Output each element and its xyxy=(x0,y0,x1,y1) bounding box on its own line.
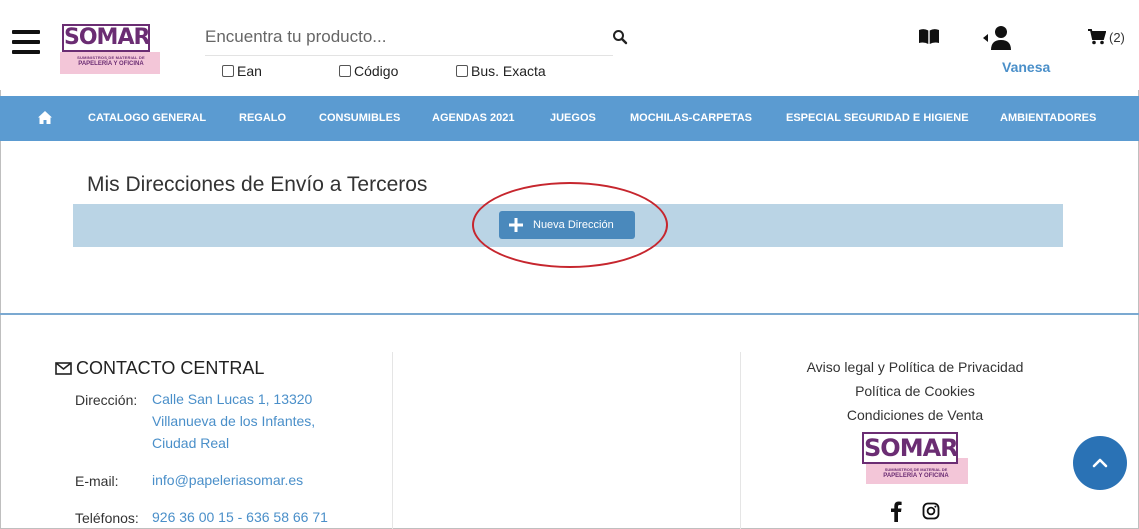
facebook-icon[interactable] xyxy=(890,500,902,522)
address-label: Dirección: xyxy=(75,392,138,408)
plus-icon xyxy=(509,218,523,232)
main-nav: CATALOGO GENERAL REGALO CONSUMIBLES AGEN… xyxy=(0,96,1139,141)
new-address-button[interactable]: Nueva Dirección xyxy=(499,211,635,239)
nav-item-mochilas-carpetas[interactable]: MOCHILAS-CARPETAS xyxy=(630,96,752,141)
user-menu[interactable] xyxy=(980,24,1020,52)
envelope-icon xyxy=(55,362,72,375)
search-icon[interactable] xyxy=(612,29,628,45)
contact-title: CONTACTO CENTRAL xyxy=(55,358,264,379)
checkbox-ean-label: Ean xyxy=(237,63,262,79)
nav-item-ambientadores[interactable]: AMBIENTADORES xyxy=(1000,96,1096,141)
footer-logo: SOMAR SUMINISTROS DE MATERIAL DE PAPELER… xyxy=(860,430,970,488)
user-name[interactable]: Vanesa xyxy=(1002,59,1050,75)
link-terms[interactable]: Condiciones de Venta xyxy=(765,407,1065,423)
nav-item-especial-seguridad[interactable]: ESPECIAL SEGURIDAD E HIGIENE xyxy=(786,96,969,141)
link-privacy[interactable]: Aviso legal y Política de Privacidad xyxy=(765,359,1065,375)
checkbox-codigo[interactable]: Código xyxy=(339,63,398,79)
nav-item-juegos[interactable]: JUEGOS xyxy=(550,96,596,141)
menu-icon[interactable] xyxy=(12,30,40,58)
footer-logo-word: SOMAR xyxy=(862,432,959,464)
chevron-up-icon xyxy=(1092,458,1108,468)
scroll-top-button[interactable] xyxy=(1073,436,1127,490)
phones-link[interactable]: 926 36 00 15 - 636 58 66 71 xyxy=(152,507,328,527)
instagram-icon[interactable] xyxy=(922,502,940,520)
footer-logo-sub1: SUMINISTROS DE MATERIAL DE xyxy=(884,467,948,472)
checkbox-codigo-label: Código xyxy=(354,63,399,79)
site-header: SOMAR SUMINISTROS DE MATERIAL DE PAPELER… xyxy=(0,0,1139,90)
search-bar xyxy=(205,20,628,56)
home-icon[interactable] xyxy=(37,110,53,125)
logo-subtitle-1: SUMINISTROS DE MATERIAL DE xyxy=(77,55,145,60)
footer-column-divider-2 xyxy=(740,352,741,529)
checkbox-bus-exacta[interactable]: Bus. Exacta xyxy=(456,63,546,79)
user-icon[interactable] xyxy=(980,24,1020,52)
checkbox-bus-exacta-box[interactable] xyxy=(456,65,468,77)
nav-item-catalogo-general[interactable]: CATALOGO GENERAL xyxy=(88,96,206,141)
book-icon[interactable] xyxy=(918,28,940,44)
footer-column-divider-1 xyxy=(392,352,393,529)
page-title: Mis Direcciones de Envío a Terceros xyxy=(87,173,428,196)
cart-button[interactable]: (2) xyxy=(1088,29,1125,45)
phones-label: Teléfonos: xyxy=(75,510,139,526)
logo-word: SOMAR xyxy=(62,24,150,52)
address-line-3[interactable]: Ciudad Real xyxy=(152,433,229,453)
search-input[interactable] xyxy=(205,20,585,54)
footer-logo-sub2: PAPELERÍA Y OFICINA xyxy=(883,473,949,479)
nav-item-agendas-2021[interactable]: AGENDAS 2021 xyxy=(432,96,515,141)
logo-subtitle-2: PAPELERÍA Y OFICINA xyxy=(78,61,144,67)
address-line-1[interactable]: Calle San Lucas 1, 13320 xyxy=(152,389,312,409)
checkbox-bus-exacta-label: Bus. Exacta xyxy=(471,63,546,79)
cart-icon[interactable] xyxy=(1088,29,1106,45)
nav-item-regalo[interactable]: REGALO xyxy=(239,96,286,141)
checkbox-ean[interactable]: Ean xyxy=(222,63,262,79)
address-line-2[interactable]: Villanueva de los Infantes, xyxy=(152,411,315,431)
checkbox-ean-box[interactable] xyxy=(222,65,234,77)
new-address-label: Nueva Dirección xyxy=(533,219,614,231)
link-cookies[interactable]: Política de Cookies xyxy=(765,383,1065,399)
site-logo[interactable]: SOMAR SUMINISTROS DE MATERIAL DE PAPELER… xyxy=(58,20,162,76)
contact-title-text: CONTACTO CENTRAL xyxy=(76,358,265,378)
footer-divider xyxy=(0,313,1139,315)
nav-item-consumibles[interactable]: CONSUMIBLES xyxy=(319,96,400,141)
checkbox-codigo-box[interactable] xyxy=(339,65,351,77)
email-link[interactable]: info@papeleriasomar.es xyxy=(152,470,303,490)
email-label: E-mail: xyxy=(75,473,119,489)
cart-count: (2) xyxy=(1109,29,1125,45)
